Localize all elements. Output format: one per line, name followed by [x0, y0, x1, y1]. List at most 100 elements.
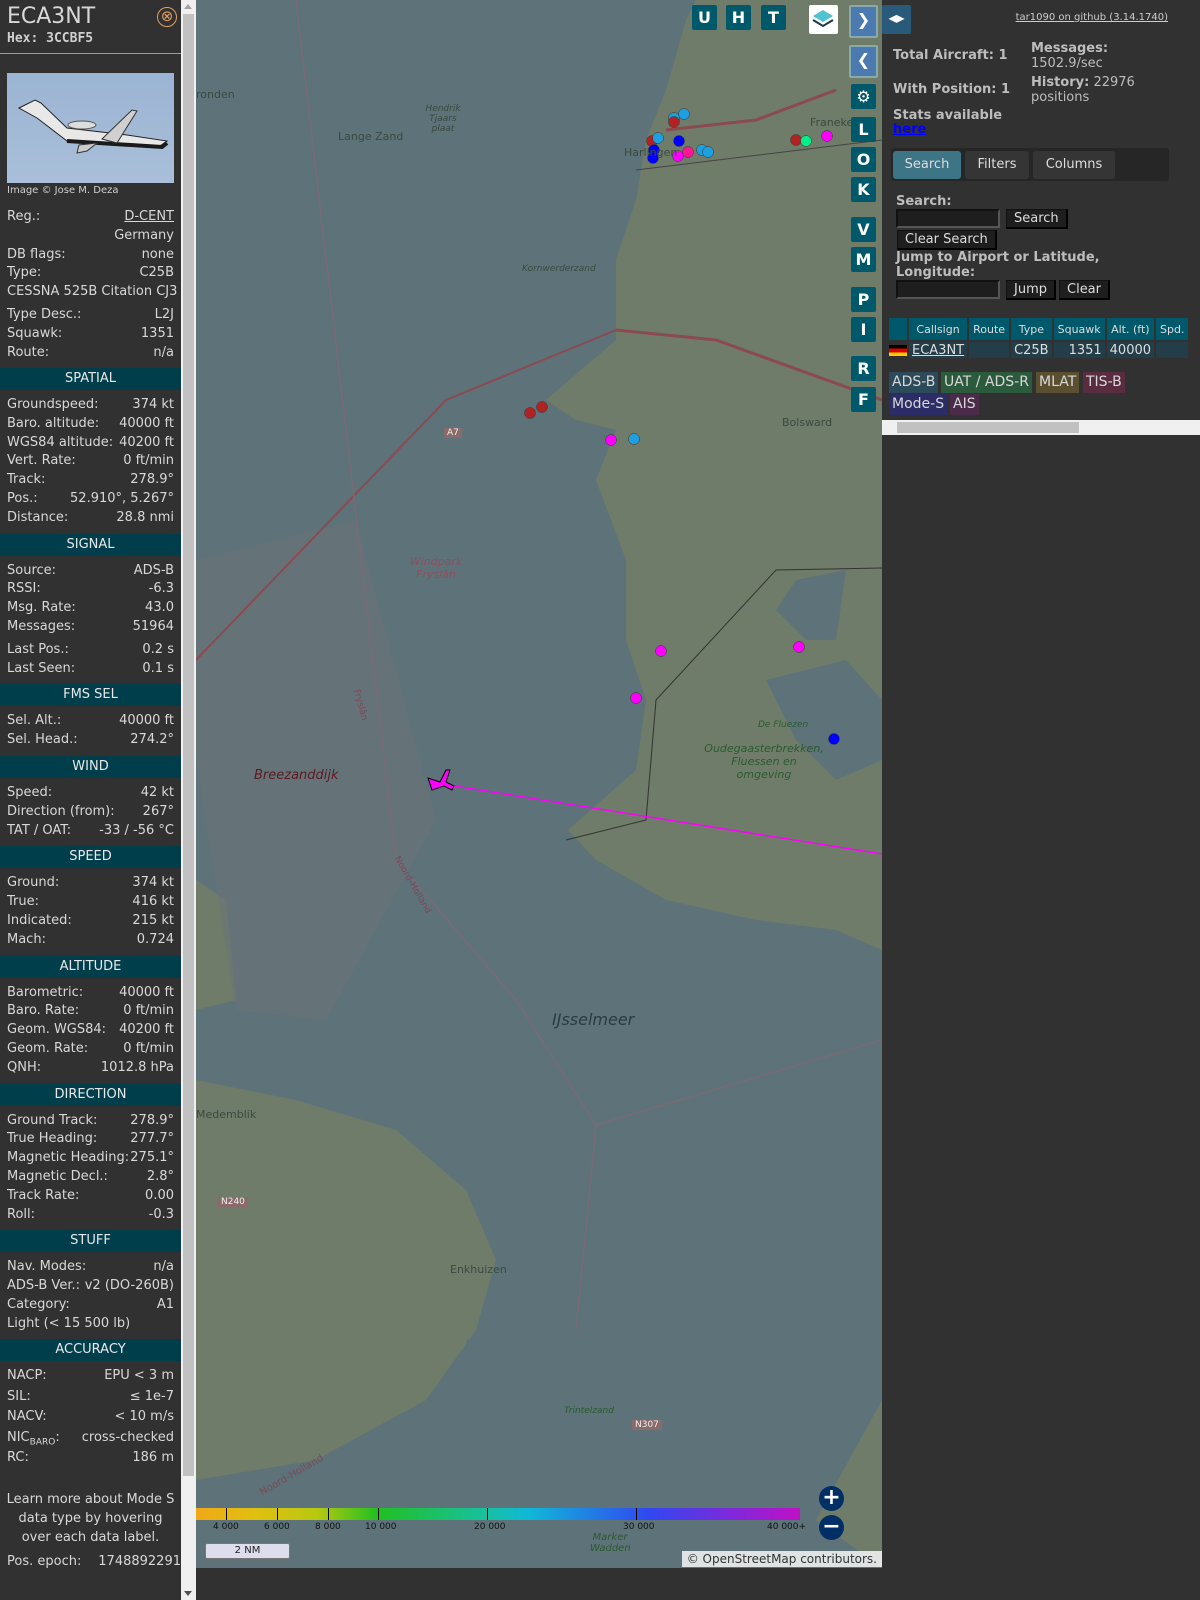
jump-button[interactable]: Jump [1006, 280, 1056, 300]
column-header[interactable]: Squawk [1053, 318, 1105, 340]
aircraft-marker[interactable] [536, 401, 548, 413]
clear-search-button[interactable]: Clear Search [897, 230, 997, 250]
map-label: ronden [196, 88, 235, 101]
scroll-up-icon[interactable] [184, 4, 192, 9]
expand-right-icon[interactable]: ❯ [849, 5, 878, 38]
layers-icon[interactable] [809, 5, 838, 34]
zoom-out-button[interactable]: − [819, 1515, 844, 1540]
map-button-l[interactable]: L [851, 117, 876, 142]
search-button[interactable]: Search [1006, 209, 1068, 229]
column-header[interactable]: Type [1011, 318, 1052, 340]
selected-callsign: ECA3NT [7, 4, 96, 29]
stats-link[interactable]: here [893, 122, 926, 137]
scrollbar-thumb[interactable] [183, 14, 194, 1476]
aircraft-photo[interactable] [7, 73, 174, 183]
info-value: 1748892291 [98, 1553, 181, 1569]
map-button-v[interactable]: V [851, 217, 876, 242]
map-button-r[interactable]: R [851, 356, 876, 381]
section-header-stuff[interactable]: STUFF [0, 1230, 181, 1253]
table-cell[interactable]: ECA3NT [909, 342, 968, 358]
aircraft-marker[interactable] [821, 130, 833, 142]
aircraft-marker[interactable] [628, 433, 640, 445]
info-value: 52.910°, 5.267° [70, 490, 174, 506]
section-header-altitude[interactable]: ALTITUDE [0, 955, 181, 978]
selected-hex: Hex: 3CCBF5 [7, 31, 94, 46]
registration-link[interactable]: D-CENT [124, 208, 174, 227]
map-button-t[interactable]: T [761, 5, 786, 30]
scroll-down-icon[interactable] [184, 1591, 192, 1596]
column-header[interactable]: Callsign [909, 318, 968, 340]
map-button-h[interactable]: H [726, 5, 751, 30]
map-button-u[interactable]: U [692, 5, 717, 30]
column-header[interactable]: Alt. (ft) [1106, 318, 1155, 340]
map-attribution[interactable]: © OpenStreetMap contributors. [681, 1551, 882, 1567]
section-header-fms-sel[interactable]: FMS SEL [0, 684, 181, 707]
zoom-in-button[interactable]: + [819, 1486, 844, 1511]
info-label: Magnetic Decl.: [7, 1168, 108, 1184]
aircraft-marker[interactable] [605, 434, 617, 446]
collapse-left-icon[interactable]: ❮ [849, 45, 878, 78]
aircraft-marker[interactable] [702, 146, 714, 158]
aircraft-marker[interactable] [793, 641, 805, 653]
close-icon[interactable]: ⊗ [157, 7, 177, 27]
selected-aircraft-icon[interactable] [427, 769, 455, 791]
map[interactable]: ronden Lange Zand Hendrik Tjaars plaat H… [196, 0, 882, 1568]
section-header-direction[interactable]: DIRECTION [0, 1083, 181, 1106]
info-row: Source: ADS-B [0, 562, 181, 581]
aircraft-marker[interactable] [668, 116, 680, 128]
info-label: Groundspeed: [7, 397, 99, 412]
photo-credit: Image © Jose M. Deza [7, 185, 119, 196]
info-row: Magnetic Heading: 275.1° [0, 1149, 181, 1168]
column-header[interactable]: Route [969, 318, 1010, 340]
info-row: Sel. Head.: 274.2° [0, 731, 181, 750]
aircraft-marker[interactable] [678, 108, 690, 120]
table-row[interactable]: ECA3NT C25B 1351 40000 [889, 342, 1189, 358]
info-label: Track Rate: [7, 1187, 80, 1203]
tab-filters[interactable]: Filters [965, 151, 1029, 179]
aircraft-marker[interactable] [630, 692, 642, 704]
info-value: 40000 ft [119, 713, 174, 729]
table-horizontal-scrollbar[interactable] [882, 420, 1200, 435]
column-header[interactable]: Spd. [1156, 318, 1189, 340]
info-label: Speed: [7, 784, 53, 800]
info-row: QNH: 1012.8 hPa [0, 1059, 181, 1078]
aircraft-marker[interactable] [800, 135, 812, 147]
search-input[interactable] [896, 209, 1000, 228]
scrollbar-thumb[interactable] [897, 422, 1079, 433]
aircraft-marker[interactable] [790, 134, 802, 146]
map-label: Lange Zand [338, 130, 404, 143]
map-button-i[interactable]: I [851, 317, 876, 342]
aircraft-marker[interactable] [682, 146, 694, 158]
aircraft-marker[interactable] [655, 645, 667, 657]
info-value: 40200 ft [119, 1022, 174, 1038]
info-row: True: 416 kt [0, 893, 181, 912]
aircraft-marker[interactable] [673, 135, 685, 147]
section-header-accuracy[interactable]: ACCURACY [0, 1339, 181, 1362]
tab-columns[interactable]: Columns [1033, 151, 1115, 179]
section-header-signal[interactable]: SIGNAL [0, 533, 181, 556]
section-header-spatial[interactable]: SPATIAL [0, 368, 181, 390]
tab-search[interactable]: Search [893, 151, 961, 179]
panel-tabs: Search Filters Columns [891, 148, 1169, 181]
settings-gear-icon[interactable]: ⚙ [851, 84, 876, 109]
map-button-m[interactable]: M [851, 247, 876, 272]
map-label: IJsselmeer [552, 1010, 635, 1029]
sidebar-scrollbar[interactable] [181, 0, 196, 1600]
clear-button[interactable]: Clear [1059, 280, 1110, 300]
section-header-speed[interactable]: SPEED [0, 846, 181, 869]
aircraft-marker[interactable] [524, 407, 536, 419]
map-button-o[interactable]: O [851, 147, 876, 172]
github-link[interactable]: tar1090 on github (3.14.1740) [1016, 12, 1168, 23]
toggle-panel-icon[interactable]: ◂▸ [882, 5, 911, 34]
aircraft-marker[interactable] [828, 733, 840, 745]
map-button-p[interactable]: P [851, 287, 876, 312]
jump-input[interactable] [896, 280, 1000, 299]
history-label: History: [1031, 75, 1090, 90]
map-button-f[interactable]: F [851, 387, 876, 412]
aircraft-marker[interactable] [652, 132, 664, 144]
section-header-wind[interactable]: WIND [0, 755, 181, 778]
map-button-k[interactable]: K [851, 177, 876, 202]
column-header[interactable] [889, 318, 907, 340]
aircraft-info-sidebar: ECA3NT Hex: 3CCBF5 ⊗ Image © Jose M. Dez… [0, 0, 181, 1600]
info-value: 215 kt [132, 912, 174, 928]
